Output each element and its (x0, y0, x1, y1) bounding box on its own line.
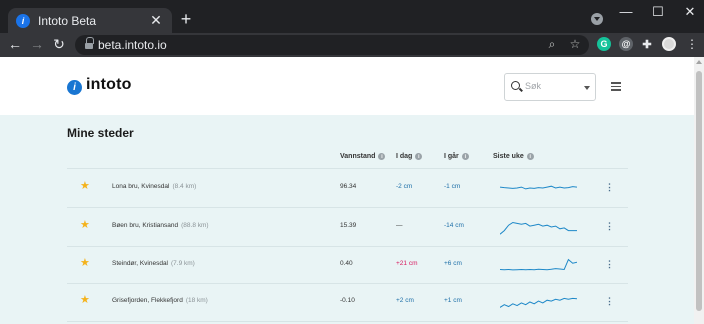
place-name-text: Lona bru, Kvinesdal (112, 183, 170, 190)
favorite-star-icon[interactable]: ★ (80, 181, 90, 192)
column-header-today-label: I dag (396, 153, 413, 160)
favorite-star-icon[interactable]: ★ (80, 295, 90, 306)
row-menu-icon[interactable]: ⋮ (605, 221, 614, 232)
reload-icon[interactable]: ↻ (50, 36, 68, 53)
water-level: 96.34 (340, 183, 357, 190)
sparkline-series (500, 297, 577, 308)
bookmark-star-icon[interactable]: ☆ (568, 37, 582, 51)
place-name-text: Steindør, Kvinesdal (112, 260, 169, 267)
place-name[interactable]: Grisefjorden, Flekkefjord (18 km) (112, 297, 208, 304)
window-close-button[interactable]: ✕ (680, 4, 700, 20)
browser-menu-icon[interactable]: ⋮ (686, 37, 698, 51)
column-header-level-label: Vannstand (340, 153, 376, 160)
row-menu-icon[interactable]: ⋮ (605, 182, 614, 193)
tab-search-icon[interactable] (591, 13, 603, 25)
info-icon[interactable]: i (526, 153, 534, 160)
search-icon (511, 81, 520, 90)
water-level: -0.10 (340, 297, 355, 304)
place-name[interactable]: Steindør, Kvinesdal (7.9 km) (112, 260, 195, 267)
change-today: -2 cm (396, 183, 413, 190)
info-icon[interactable]: i (415, 153, 423, 160)
column-header-week-label: Siste uke (493, 153, 524, 160)
site-header: i intoto (0, 57, 694, 115)
at-extension-icon[interactable]: @ (619, 37, 633, 51)
sparkline-series (500, 258, 577, 271)
page-scrollbar[interactable] (694, 57, 704, 324)
favorite-star-icon[interactable]: ★ (80, 220, 90, 231)
minimize-button[interactable]: — (616, 4, 636, 19)
column-header-week: Siste uke i (493, 153, 534, 160)
browser-tab[interactable]: i Intoto Beta ✕ (8, 8, 172, 33)
logo-text[interactable]: intoto (86, 76, 132, 94)
tab-close-icon[interactable]: ✕ (148, 12, 164, 29)
forward-arrow-icon[interactable]: → (28, 36, 46, 52)
table-row[interactable]: ★ Bøen bru, Kristiansand (88.8 km) 15.39 … (67, 208, 628, 246)
water-level: 15.39 (340, 222, 357, 229)
info-icon[interactable]: i (378, 153, 386, 160)
url-text: beta.intoto.io (98, 38, 167, 52)
column-header-today: I dag i (396, 153, 423, 160)
intoto-logo-icon[interactable]: i (67, 80, 82, 95)
browser-toolbar: ← → ↻ beta.intoto.io ⌕ ☆ G @ ✚ ⋮ (0, 33, 704, 57)
extensions-puzzle-icon[interactable]: ✚ (640, 37, 654, 51)
change-today: +21 cm (396, 260, 418, 267)
table-row[interactable]: ★ Grisefjorden, Flekkefjord (18 km) -0.10… (67, 283, 628, 321)
scroll-up-icon[interactable] (696, 60, 702, 64)
browser-tabstrip: i Intoto Beta ✕ + — ☐ ✕ (0, 0, 704, 33)
sparkline-series (500, 185, 577, 190)
place-name-text: Bøen bru, Kristiansand (112, 222, 179, 229)
change-yesterday: -1 cm (444, 183, 461, 190)
zoom-icon[interactable]: ⌕ (545, 37, 559, 52)
search-input[interactable] (525, 81, 581, 91)
column-header-yesterday: I går i (444, 153, 469, 160)
table-divider (67, 321, 628, 322)
place-distance: (18 km) (185, 297, 208, 304)
column-header-level: Vannstand i (340, 153, 386, 160)
table-row[interactable]: ★ Lona bru, Kvinesdal (8.4 km) 96.34 -2 c… (67, 169, 628, 207)
table-row[interactable]: ★ Steindør, Kvinesdal (7.9 km) 0.40 +21 c… (67, 246, 628, 284)
change-yesterday: +6 cm (444, 260, 462, 267)
row-menu-icon[interactable]: ⋮ (605, 296, 614, 307)
water-level: 0.40 (340, 260, 353, 267)
change-today: — (396, 222, 403, 229)
change-today: +2 cm (396, 297, 414, 304)
row-menu-icon[interactable]: ⋮ (605, 259, 614, 270)
change-yesterday: +1 cm (444, 297, 462, 304)
hamburger-menu-icon[interactable] (611, 82, 621, 93)
place-name[interactable]: Lona bru, Kvinesdal (8.4 km) (112, 183, 196, 190)
scroll-thumb[interactable] (696, 71, 702, 311)
back-arrow-icon[interactable]: ← (6, 36, 24, 52)
page: i intoto Mine steder Vannstandi I dagi I… (0, 57, 694, 324)
maximize-button[interactable]: ☐ (648, 4, 668, 20)
info-icon[interactable]: i (461, 153, 469, 160)
week-sparkline (500, 297, 577, 308)
chevron-down-icon[interactable] (584, 86, 590, 90)
favorite-star-icon[interactable]: ★ (80, 258, 90, 269)
sparkline-series (500, 221, 577, 235)
place-distance: (7.9 km) (171, 260, 195, 267)
new-tab-button[interactable]: + (177, 10, 195, 28)
lock-icon (85, 37, 94, 49)
search-box[interactable] (504, 73, 596, 101)
week-sparkline (500, 258, 577, 271)
profile-avatar[interactable] (662, 37, 676, 51)
place-distance: (8.4 km) (172, 183, 197, 190)
change-yesterday: -14 cm (444, 222, 464, 229)
tab-title: Intoto Beta (38, 13, 97, 28)
grammarly-icon[interactable]: G (597, 37, 611, 51)
place-distance: (88.8 km) (181, 222, 209, 229)
column-header-yesterday-label: I går (444, 153, 459, 160)
intoto-favicon-icon: i (16, 13, 30, 28)
section-title: Mine steder (67, 126, 134, 140)
address-bar[interactable]: beta.intoto.io ⌕ ☆ (75, 35, 589, 55)
place-name[interactable]: Bøen bru, Kristiansand (88.8 km) (112, 222, 209, 229)
week-sparkline (500, 221, 577, 235)
place-name-text: Grisefjorden, Flekkefjord (112, 297, 183, 304)
week-sparkline (500, 185, 577, 190)
